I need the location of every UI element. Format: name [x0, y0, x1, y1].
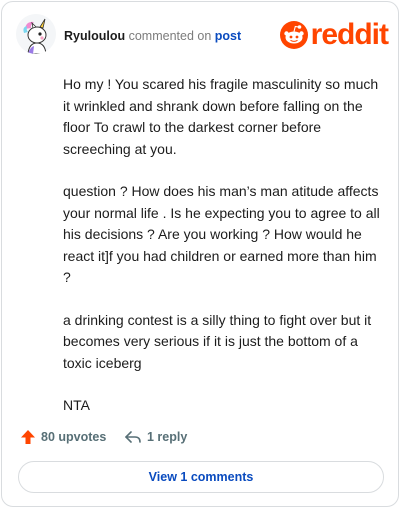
comment-paragraph-2: question ? How does his man’s man atitud… — [63, 183, 380, 285]
reddit-snoo-icon — [279, 21, 308, 49]
reply-arrow-icon — [125, 431, 141, 443]
comment-byline: Ryuloulou commented on post — [64, 28, 241, 44]
comment-body: Ho my ! You scared his fragile masculini… — [63, 74, 383, 438]
reply-button[interactable]: 1 reply — [124, 426, 187, 448]
post-link[interactable]: post — [215, 29, 241, 43]
view-comments-label: View 1 comments — [148, 470, 254, 484]
upvote-count: 80 upvotes — [41, 430, 107, 444]
comment-card: Ryuloulou commented on post reddit Ho my… — [1, 1, 399, 507]
reddit-logo[interactable]: reddit — [279, 18, 389, 51]
upvote-button[interactable]: 80 upvotes — [20, 426, 106, 448]
reply-count: 1 reply — [147, 430, 188, 444]
comment-actions: 80 upvotes 1 reply — [20, 426, 380, 448]
unicorn-avatar-icon — [16, 14, 56, 54]
comment-paragraph-1: Ho my ! You scared his fragile masculini… — [63, 76, 379, 157]
comment-paragraph-3: a drinking contest is a silly thing to f… — [63, 311, 372, 371]
comment-header: Ryuloulou commented on post reddit — [16, 14, 389, 56]
comment-paragraph-4: NTA — [63, 397, 90, 413]
reddit-wordmark: reddit — [310, 18, 389, 51]
user-avatar[interactable] — [16, 14, 56, 54]
username-link[interactable]: Ryuloulou — [64, 29, 125, 43]
upvote-arrow-icon — [21, 430, 35, 444]
action-text: commented on — [128, 29, 212, 43]
view-comments-button[interactable]: View 1 comments — [18, 461, 384, 493]
